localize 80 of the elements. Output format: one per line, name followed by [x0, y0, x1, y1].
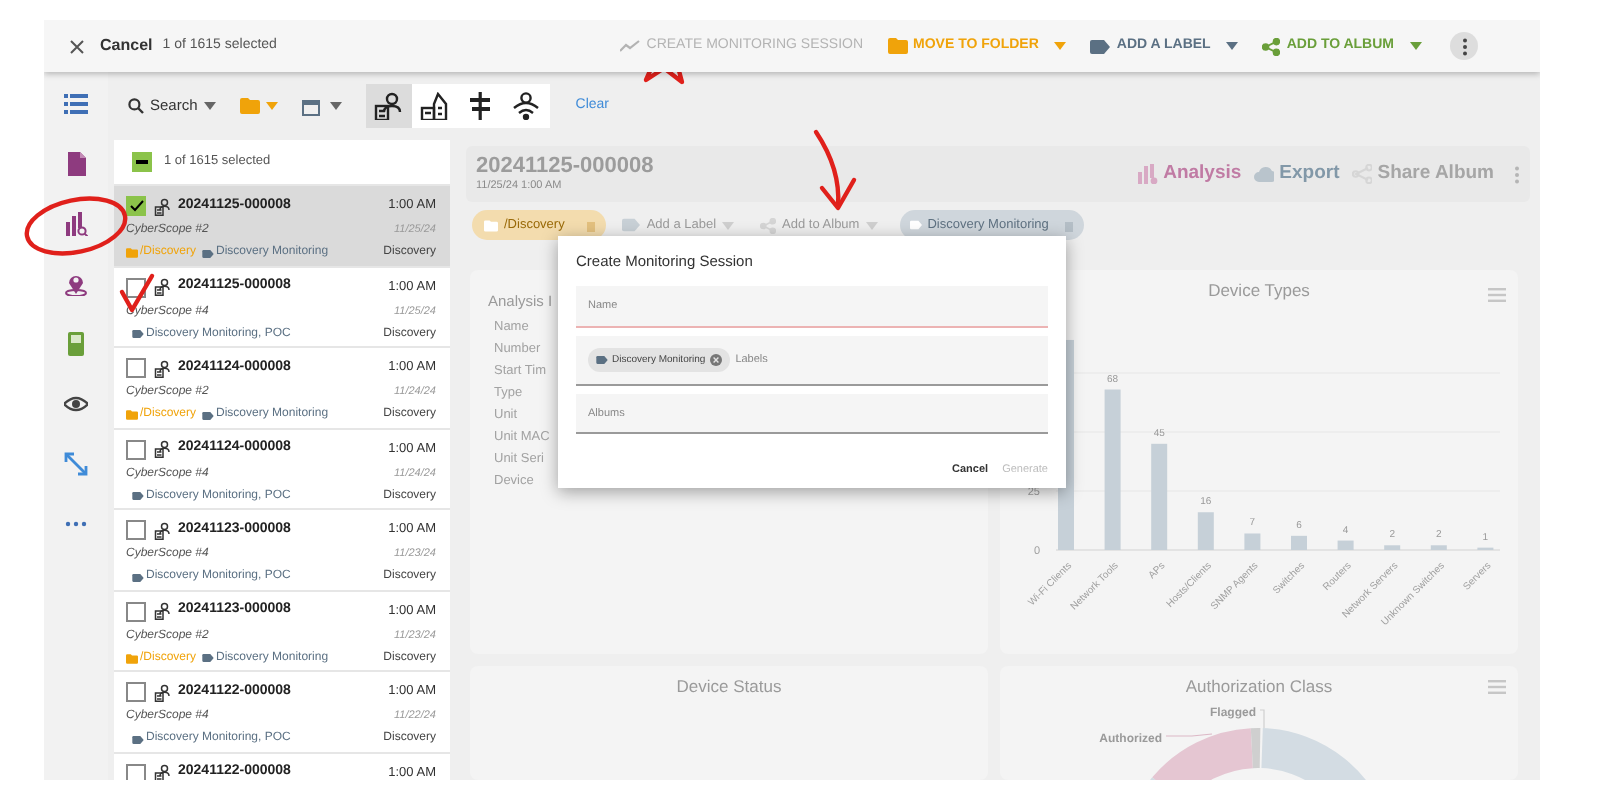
- document-icon[interactable]: [64, 152, 88, 176]
- checkbox[interactable]: [126, 682, 146, 702]
- checkbox[interactable]: [126, 763, 146, 780]
- session-title: 20241125-000008: [476, 153, 654, 178]
- caret-icon: [1054, 42, 1067, 50]
- tag-icon: [202, 411, 215, 419]
- caret-icon: [329, 102, 342, 110]
- caret-icon: [265, 102, 278, 110]
- checkbox[interactable]: [126, 439, 146, 459]
- location-pin-icon[interactable]: [64, 272, 88, 296]
- tag-icon: [132, 735, 144, 743]
- person-device-icon: [374, 92, 403, 120]
- folder-icon: [887, 38, 908, 54]
- diagonal-arrows-icon[interactable]: [64, 452, 88, 476]
- person-device-icon: [154, 278, 172, 296]
- bar: [1430, 545, 1447, 550]
- bar: [1291, 535, 1307, 550]
- arrow-annotation: [813, 129, 857, 211]
- tag-icon: [909, 220, 922, 230]
- tag-icon: [622, 218, 641, 232]
- signpost-icon: [466, 92, 495, 120]
- search-icon: [128, 98, 144, 114]
- bar: [1151, 443, 1168, 550]
- more-button[interactable]: [1450, 32, 1478, 60]
- leader-line: [1165, 733, 1213, 737]
- tag-icon: [202, 654, 215, 662]
- more-icon: [1461, 37, 1467, 55]
- caret-icon: [203, 102, 216, 110]
- trend-line-icon: [620, 40, 641, 52]
- person-device-icon: [154, 359, 172, 377]
- tag-icon: [596, 356, 608, 365]
- card-title: Device Status: [676, 674, 782, 700]
- caret-icon: [1410, 42, 1422, 50]
- trash-icon: [1064, 219, 1075, 231]
- checkbox[interactable]: [126, 358, 146, 378]
- folder-icon: [126, 653, 138, 663]
- bar: [1337, 540, 1354, 550]
- bar: [1384, 545, 1401, 550]
- tag-icon: [1090, 39, 1111, 53]
- eye-icon[interactable]: [64, 392, 88, 416]
- share-icon: [760, 217, 777, 233]
- tag-icon: [132, 492, 144, 500]
- select-all-checkbox[interactable]: [132, 152, 152, 172]
- folder-icon: [126, 248, 138, 258]
- card-title: Authorization Class: [1185, 674, 1333, 700]
- more-icon: [1514, 165, 1520, 183]
- bar: [1244, 533, 1261, 550]
- handheld-device-icon[interactable]: [64, 332, 88, 356]
- bar: [1197, 512, 1214, 550]
- person-device-icon: [154, 683, 172, 701]
- tag-icon: [132, 573, 144, 581]
- card-title: Device Types: [1208, 277, 1310, 303]
- person-device-icon: [154, 197, 172, 215]
- cancel-button[interactable]: Cancel: [100, 34, 153, 58]
- calendar-icon: [301, 97, 320, 115]
- folder-icon: [484, 219, 498, 231]
- bar-chart-icon: [1137, 164, 1158, 184]
- person-device-icon: [154, 521, 172, 539]
- wifi-person-icon: [512, 92, 541, 120]
- close-button[interactable]: [70, 39, 84, 53]
- caret-icon: [1226, 42, 1239, 50]
- circle-annotation: [24, 196, 128, 256]
- trash-icon: [586, 219, 597, 231]
- building-icon: [420, 92, 449, 120]
- close-icon[interactable]: [709, 354, 722, 367]
- list-icon[interactable]: [64, 92, 88, 116]
- tag-icon: [132, 330, 144, 338]
- filter-toggle[interactable]: [365, 84, 412, 128]
- person-device-icon: [154, 764, 172, 780]
- checkbox[interactable]: [126, 196, 146, 216]
- checkbox[interactable]: [126, 520, 146, 540]
- folder-icon: [126, 410, 138, 420]
- checkbox[interactable]: [126, 601, 146, 621]
- bar-chart-icon[interactable]: [64, 212, 88, 236]
- person-device-icon: [154, 440, 172, 458]
- share-icon: [1262, 37, 1281, 55]
- cloud-icon: [1253, 164, 1274, 184]
- folder-icon: [239, 98, 260, 114]
- person-device-icon: [154, 602, 172, 620]
- tag-icon: [202, 249, 215, 257]
